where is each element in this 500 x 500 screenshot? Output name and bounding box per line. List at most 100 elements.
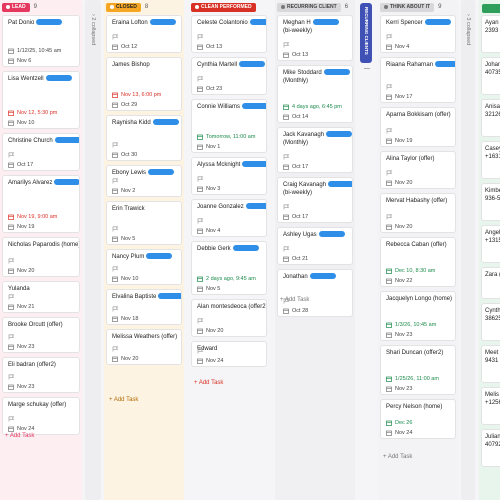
add-task-button[interactable]: + Add Task — [194, 380, 223, 386]
flag-icon[interactable] — [197, 218, 204, 224]
task-card[interactable]: Nancy Plum Nov 10 — [106, 249, 182, 285]
recurring-clients-tab[interactable]: RECURRING CLIENTS — [360, 3, 372, 63]
task-card[interactable]: Edward Nov 24 — [191, 341, 267, 367]
flag-icon[interactable] — [112, 306, 119, 312]
task-card[interactable]: Yulanda Nov 21 — [2, 281, 80, 313]
add-task-button[interactable]: + Add Task — [280, 297, 309, 303]
task-card[interactable]: Debbie Gerk 2 days ago, 9:45 am Nov 5 — [191, 241, 267, 295]
flag-icon[interactable] — [8, 416, 15, 422]
task-card[interactable]: Riaana Raharnan Nov 17 — [380, 57, 456, 103]
task-card[interactable]: Pat Donio 1/12/25, 10:45 am Nov 6 — [2, 15, 80, 67]
due-date: Nov 24 — [8, 426, 34, 432]
task-card[interactable]: Melis +1256 — [481, 387, 500, 425]
task-card[interactable]: Casey +1631 — [481, 141, 500, 179]
flag-icon[interactable] — [112, 178, 119, 184]
flag-icon[interactable] — [386, 34, 393, 40]
task-card[interactable]: Celeste Colantonio Oct 13 — [191, 15, 267, 53]
collapsed-groups-right[interactable]: › 3 collapsed — [461, 0, 475, 500]
task-card[interactable]: Ayan 2393 — [481, 15, 500, 53]
flag-icon[interactable] — [8, 374, 15, 380]
calendar-icon — [386, 94, 392, 100]
status-name: THINK ABOUT IT — [390, 4, 431, 10]
task-card[interactable]: Jonathan Oct 28 — [277, 269, 353, 317]
task-title: Meghan H — [283, 19, 347, 27]
flag-icon[interactable] — [112, 346, 119, 352]
task-card[interactable]: Alina Taylor (offer) Nov 20 — [380, 151, 456, 189]
task-card[interactable]: Rebecca Caban (offer) Dec 10, 8:30 am Nov … — [380, 237, 456, 287]
task-card[interactable]: Alan montesdeoca (offer2) Nov 20 — [191, 299, 267, 337]
flag-icon[interactable] — [197, 34, 204, 40]
flag-icon[interactable] — [386, 128, 393, 134]
task-card[interactable]: Jacquelyn Longo (home) 1/3/26, 10:45 am No… — [380, 291, 456, 341]
task-card[interactable]: Melissa Weathers (offer) Nov 20 — [106, 329, 182, 365]
task-card[interactable]: Kerri Spencer Nov 4 — [380, 15, 456, 53]
task-card[interactable]: Meet 9431 — [481, 345, 500, 383]
add-task-button[interactable]: + Add Task — [109, 397, 138, 403]
task-card[interactable]: Ebony Lewis Nov 2 — [106, 165, 182, 197]
task-card[interactable]: Marge schukay (offer) Nov 24 — [2, 397, 80, 435]
task-card[interactable]: Eli badran (offer2) Nov 23 — [2, 357, 80, 393]
flag-icon[interactable] — [197, 348, 204, 354]
task-card[interactable]: Jack Kavanagh (Monthly) Oct 17 — [277, 127, 353, 173]
flag-icon[interactable] — [386, 214, 393, 220]
task-title: Lisa Wentzell — [8, 75, 74, 83]
task-card[interactable]: Johan 40735 — [481, 57, 500, 95]
task-card[interactable]: Craig Kavanagh (bi-weekly) Oct 17 — [277, 177, 353, 223]
flag-icon[interactable] — [8, 152, 15, 158]
task-card[interactable]: Mervat Habashy (offer) Nov 20 — [380, 193, 456, 233]
task-card[interactable]: Nicholas Paparodis (home) Nov 20 — [2, 237, 80, 277]
flag-icon[interactable] — [112, 226, 119, 232]
flag-icon[interactable] — [386, 170, 393, 176]
task-card[interactable]: Lisa Wentzell Nov 12, 5:30 pm Nov 10 — [2, 71, 80, 129]
add-task-button[interactable]: + Add Task — [5, 433, 34, 439]
task-card[interactable]: Eraina Lofton Oct 12 — [106, 15, 182, 53]
task-card[interactable]: Anisa 32126 — [481, 99, 500, 137]
task-card[interactable]: Connie Williams Tomorrow, 11:00 am Nov 1 — [191, 99, 267, 153]
task-card[interactable]: Aparna Bokkisam (offer) Nov 19 — [380, 107, 456, 147]
task-card[interactable]: Amarilys Alvarez Nov 19, 9:00 am Nov 19 — [2, 175, 80, 233]
status-pill[interactable]: LEAD — [2, 2, 30, 12]
task-card[interactable]: Erin Trawick Nov 5 — [106, 201, 182, 245]
task-card[interactable]: James Bishop Nov 13, 6:00 pm Oct 29 — [106, 57, 182, 111]
task-card[interactable]: Raynisha Kidd Oct 30 — [106, 115, 182, 161]
collapsed-groups-left[interactable]: › 2 collapsed — [85, 0, 101, 500]
task-card[interactable]: Angel +1315 — [481, 225, 500, 263]
task-card[interactable]: Joanne Gonzalez Nov 4 — [191, 199, 267, 237]
flag-icon[interactable] — [283, 42, 290, 48]
flag-icon[interactable] — [8, 258, 15, 264]
task-card[interactable]: Julian 40792 — [481, 429, 500, 467]
flag-icon[interactable] — [283, 204, 290, 210]
flag-icon[interactable] — [112, 266, 119, 272]
add-task-button[interactable]: + Add Task — [383, 454, 412, 460]
flag-icon[interactable] — [283, 154, 290, 160]
task-name: Jacquelyn Longo (home) — [386, 296, 453, 302]
task-title: Melissa Weathers (offer) — [112, 333, 177, 341]
task-card[interactable]: Mike Stoddard (Monthly) 4 days ago, 6:45 p… — [277, 65, 353, 123]
flag-icon[interactable] — [197, 176, 204, 182]
task-card[interactable]: Percy Nelson (home) Dec 26 Nov 24 — [380, 399, 456, 439]
flag-icon[interactable] — [197, 76, 204, 82]
task-card[interactable]: Brooke Orcutt (offer) Nov 23 — [2, 317, 80, 353]
task-card[interactable]: Cynthia Martell Oct 23 — [191, 57, 267, 95]
task-card[interactable]: Zara ( — [481, 267, 500, 299]
flag-icon[interactable] — [112, 142, 119, 148]
flag-icon[interactable] — [112, 34, 119, 40]
task-card[interactable]: Shari Duncan (offer2) 1/25/26, 11:00 am No… — [380, 345, 456, 395]
due-date-text: Nov 20 — [206, 328, 224, 334]
flag-icon[interactable] — [8, 334, 15, 340]
status-pill[interactable]: RECURRING CLIENT — [277, 2, 341, 12]
task-card[interactable]: Elvalina Baptiste Nov 18 — [106, 289, 182, 325]
task-card[interactable]: Kimbe 936-5 — [481, 183, 500, 221]
flag-icon[interactable] — [283, 246, 290, 252]
flag-icon[interactable] — [386, 84, 393, 90]
flag-icon[interactable] — [197, 318, 204, 324]
status-pill[interactable]: THINK ABOUT IT — [380, 2, 435, 12]
status-pill[interactable]: CLOSED — [106, 2, 141, 12]
task-card[interactable]: Christine Church Oct 17 — [2, 133, 80, 171]
task-card[interactable]: Ashley Ugas Oct 21 — [277, 227, 353, 265]
flag-icon[interactable] — [8, 294, 15, 300]
task-card[interactable]: Meghan H (bi-weekly) Oct 13 — [277, 15, 353, 61]
status-pill[interactable]: CLEAN PERFORMED — [191, 2, 256, 12]
task-card[interactable]: Alyssa Mcknight Nov 3 — [191, 157, 267, 195]
task-card[interactable]: Cynth 38625 — [481, 303, 500, 341]
